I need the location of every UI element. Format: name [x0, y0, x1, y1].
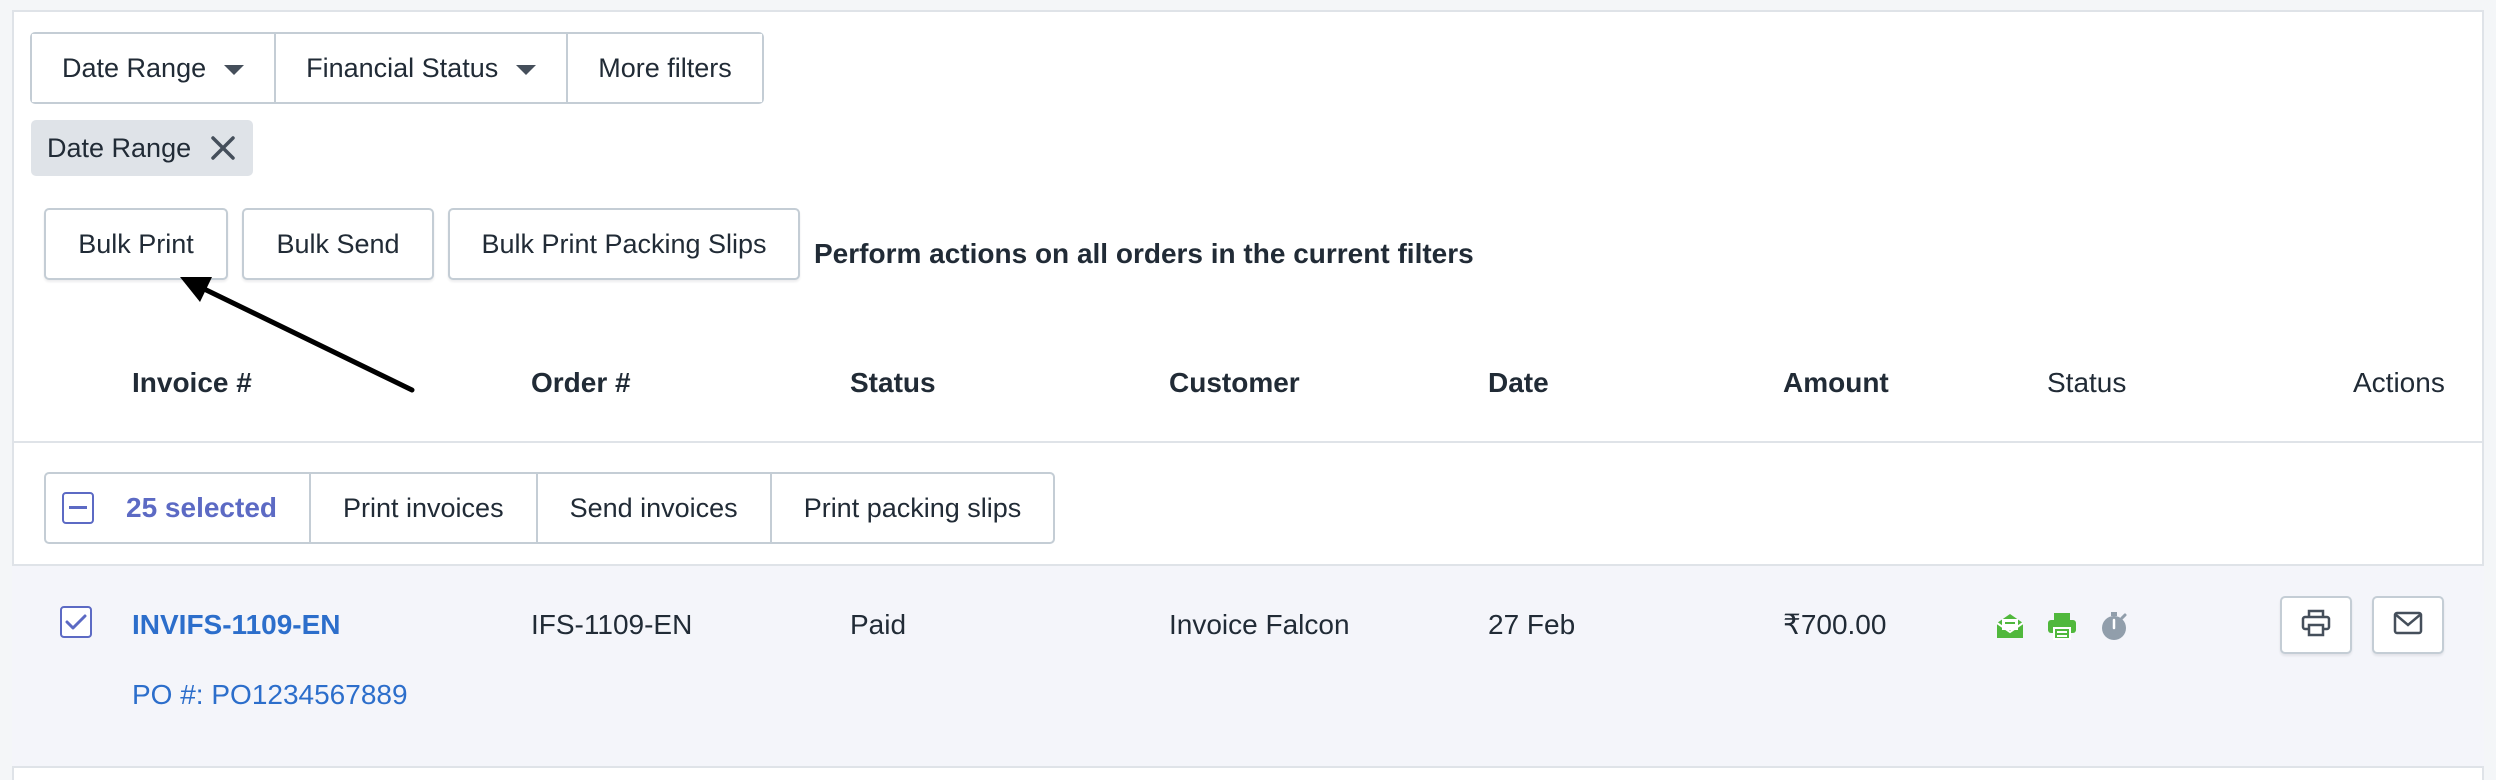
row-checkbox[interactable] [60, 606, 92, 638]
bulk-send-label: Bulk Send [276, 228, 400, 259]
column-header-order: Order # [531, 367, 631, 398]
timer-icon [2098, 610, 2130, 642]
invoice-number-link[interactable]: INVIFS-1109-EN [132, 608, 341, 642]
financial-status-filter-button[interactable]: Financial Status [276, 34, 569, 102]
column-header-actions: Actions [2353, 367, 2445, 398]
selected-count: 25 selected [126, 492, 277, 523]
date-range-filter-button[interactable]: Date Range [32, 34, 277, 102]
print-invoices-button[interactable]: Print invoices [311, 474, 538, 542]
bulk-print-label: Bulk Print [78, 228, 194, 259]
more-filters-label: More filters [598, 52, 732, 83]
header-divider [12, 441, 2484, 443]
column-header-invoice: Invoice # [132, 367, 252, 398]
row-divider [12, 766, 2484, 768]
minus-icon [62, 492, 94, 524]
select-all-checkbox[interactable]: 25 selected [46, 474, 311, 542]
email-invoice-button[interactable] [2372, 596, 2444, 654]
print-invoices-label: Print invoices [343, 492, 504, 523]
filter-group: Date Range Financial Status More filters [30, 32, 764, 104]
email-sent-icon [1994, 610, 2026, 642]
date-range-filter-label: Date Range [62, 52, 207, 83]
table-row [12, 566, 2484, 766]
bulk-actions-hint: Perform actions on all orders in the cur… [814, 238, 1474, 269]
send-invoices-button[interactable]: Send invoices [538, 474, 772, 542]
order-number: IFS-1109-EN [531, 609, 693, 640]
customer-name: Invoice Falcon [1169, 609, 1350, 640]
more-filters-button[interactable]: More filters [568, 34, 762, 102]
envelope-icon [2392, 610, 2424, 641]
applied-filter-tag-label: Date Range [47, 132, 192, 163]
po-number-link[interactable]: PO #: PO1234567889 [132, 678, 408, 712]
bulk-selection-bar: 25 selected Print invoices Send invoices… [44, 472, 1056, 544]
column-header-date: Date [1488, 367, 1549, 398]
send-invoices-label: Send invoices [569, 492, 738, 523]
financial-status-filter-label: Financial Status [306, 52, 499, 83]
column-header-amount: Amount [1783, 367, 1889, 398]
column-header-status-icons: Status [2047, 367, 2127, 398]
invoice-date: 27 Feb [1488, 609, 1576, 640]
column-header-customer: Customer [1169, 367, 1300, 398]
print-packing-slips-label: Print packing slips [803, 492, 1022, 523]
column-header-status: Status [850, 367, 936, 398]
print-invoice-button[interactable] [2280, 596, 2352, 654]
applied-filter-tag: Date Range [31, 120, 254, 176]
printed-icon [2046, 610, 2078, 642]
printer-icon [2300, 608, 2332, 643]
print-packing-slips-button[interactable]: Print packing slips [772, 474, 1054, 542]
bulk-print-packing-slips-button[interactable]: Bulk Print Packing Slips [448, 208, 800, 280]
payment-status: Paid [850, 609, 907, 640]
bulk-print-button[interactable]: Bulk Print [44, 208, 228, 280]
close-icon[interactable] [209, 134, 237, 162]
invoice-amount: ₹700.00 [1783, 609, 1887, 640]
bulk-print-packing-slips-label: Bulk Print Packing Slips [481, 228, 767, 259]
bulk-send-button[interactable]: Bulk Send [242, 208, 434, 280]
caret-down-icon [516, 64, 537, 75]
caret-down-icon [224, 64, 245, 75]
